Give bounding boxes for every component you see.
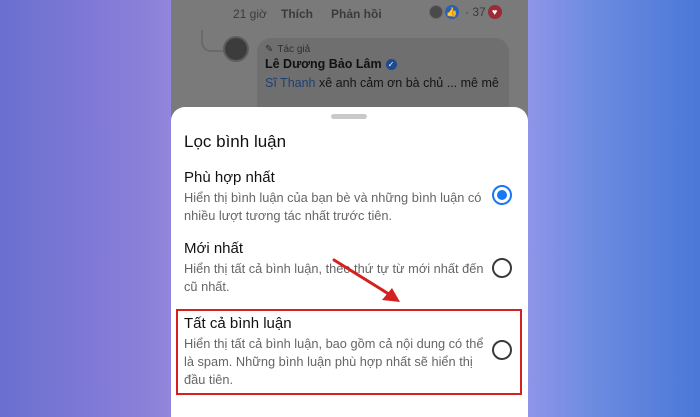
verified-icon: ✓ <box>385 58 397 70</box>
option-description: Hiển thị bình luận của bạn bè và những b… <box>184 190 482 223</box>
sheet-grabber[interactable] <box>331 114 367 119</box>
author-tag-label: Tác giả <box>277 44 311 55</box>
reactor-avatar <box>429 5 443 19</box>
option-title: Mới nhất <box>184 240 244 257</box>
reply-link[interactable]: Phản hồi <box>331 7 382 21</box>
avatar[interactable] <box>223 36 249 62</box>
author-name[interactable]: Lê Dương Bảo Lâm ✓ <box>265 57 501 71</box>
comment-time: 21 giờ <box>233 7 267 21</box>
option-title: Phù hợp nhất <box>184 169 275 186</box>
author-name-text: Lê Dương Bảo Lâm <box>265 57 382 71</box>
reaction-summary[interactable]: 👍 · 37 ♥ <box>429 5 502 19</box>
like-link[interactable]: Thích <box>281 7 313 21</box>
radio-unselected-icon[interactable] <box>492 258 512 278</box>
author-tag: ✎ Tác giả <box>265 44 501 55</box>
sheet-title: Lọc bình luận <box>184 132 287 151</box>
heart-reaction-icon: ♥ <box>487 5 502 19</box>
option-most-relevant[interactable]: Phù hợp nhất Hiển thị bình luận của bạn … <box>184 169 516 225</box>
like-reaction-icon: 👍 <box>445 5 459 19</box>
annotation-arrow-icon <box>332 258 400 302</box>
reply-text-body: xê anh cảm ơn bà chủ ... mê mê <box>319 76 499 90</box>
reaction-count: · 37 <box>465 5 486 19</box>
reply-text: Sĩ Thanh xê anh cảm ơn bà chủ ... mê mê <box>265 75 501 91</box>
comment-actions-row: 21 giờ Thích Phản hồi 👍 · 37 ♥ <box>171 0 528 28</box>
mention-link[interactable]: Sĩ Thanh <box>265 76 316 90</box>
pencil-icon: ✎ <box>265 44 274 55</box>
radio-selected-icon[interactable] <box>492 185 512 205</box>
annotation-highlight-box <box>176 309 522 395</box>
reply-comment-bubble[interactable]: ✎ Tác giả Lê Dương Bảo Lâm ✓ Sĩ Thanh xê… <box>257 38 509 118</box>
